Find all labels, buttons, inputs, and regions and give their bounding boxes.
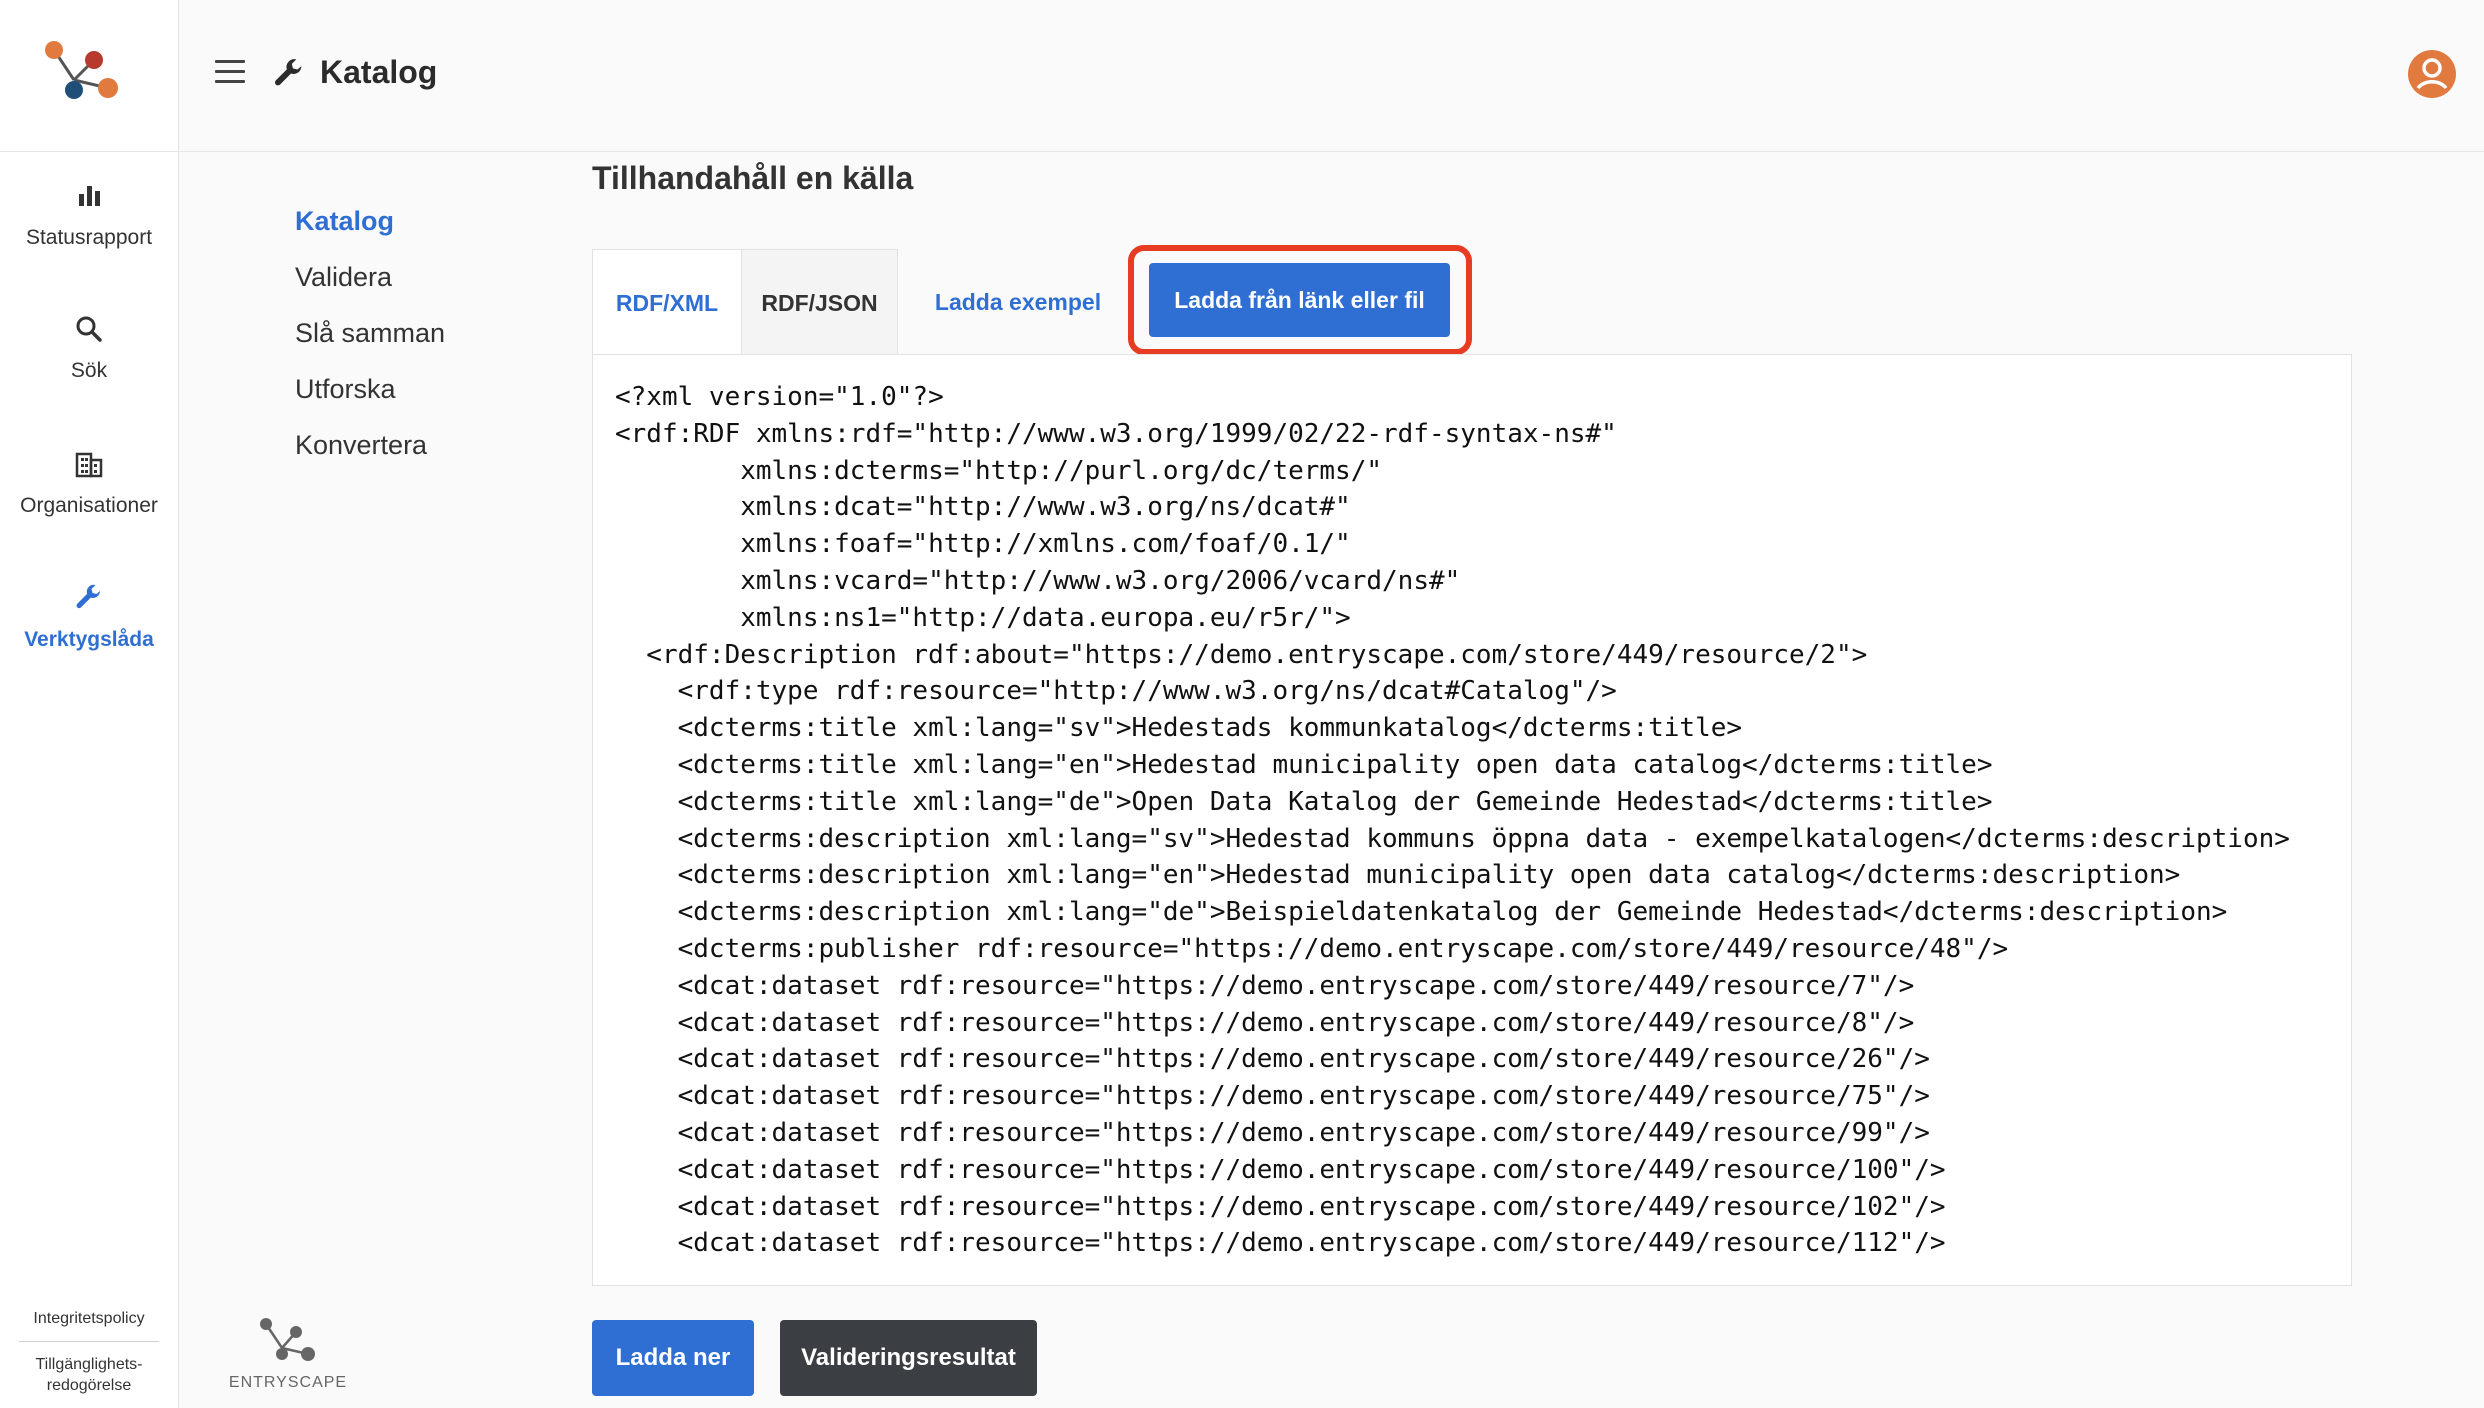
rdf-source-editor[interactable]: <?xml version="1.0"?> <rdf:RDF xmlns:rdf… <box>592 354 2352 1286</box>
rdf-source-text[interactable]: <?xml version="1.0"?> <rdf:RDF xmlns:rdf… <box>593 355 2351 1262</box>
sidebar-item-verktygslada[interactable]: Verktygslåda <box>0 582 178 652</box>
subnav-item-katalog[interactable]: Katalog <box>295 206 445 236</box>
sidebar-item-label: Organisationer <box>20 494 158 517</box>
tab-rdf-xml[interactable]: RDF/XML <box>592 249 742 355</box>
sidebar-item-organisationer[interactable]: Organisationer <box>0 448 178 518</box>
search-icon <box>76 316 102 342</box>
building-icon <box>75 452 103 478</box>
brand-footer: ENTRYSCAPE <box>228 1316 348 1392</box>
download-button[interactable]: Ladda ner <box>592 1320 754 1396</box>
sidebar-item-statusrapport[interactable]: Statusrapport <box>0 180 178 250</box>
toolbox-subnav: Katalog Validera Slå samman Utforska Kon… <box>295 206 445 486</box>
user-avatar-icon[interactable] <box>2406 48 2458 100</box>
sidebar: Statusrapport Sök Organisationer Verktyg… <box>0 0 179 1408</box>
validation-results-button[interactable]: Valideringsresultat <box>780 1320 1037 1396</box>
subnav-item-sla-samman[interactable]: Slå samman <box>295 318 445 348</box>
bar-chart-icon <box>79 186 100 206</box>
tab-load-example[interactable]: Ladda exempel <box>898 249 1138 355</box>
wrench-icon <box>76 584 100 609</box>
hamburger-menu-icon[interactable] <box>215 60 245 84</box>
sidebar-item-label: Sök <box>70 359 108 382</box>
tab-rdf-json[interactable]: RDF/JSON <box>742 249 898 355</box>
top-header: Katalog <box>179 0 2484 152</box>
subnav-item-validera[interactable]: Validera <box>295 262 445 292</box>
entryscape-logo-icon <box>260 1318 315 1361</box>
sidebar-footer: Integritetspolicy Tillgänglighets- redog… <box>0 1308 178 1396</box>
subnav-item-konvertera[interactable]: Konvertera <box>295 430 445 460</box>
sidebar-item-sok[interactable]: Sök <box>0 313 178 383</box>
accessibility-link-line-1[interactable]: Tillgänglighets- <box>0 1354 178 1375</box>
brand-name: ENTRYSCAPE <box>228 1374 348 1391</box>
app-logo[interactable] <box>38 38 128 108</box>
section-title: Tillhandahåll en källa <box>592 160 914 196</box>
load-from-link-or-file-button[interactable]: Ladda från länk eller fil <box>1149 263 1450 337</box>
accessibility-link-line-2[interactable]: redogörelse <box>0 1375 178 1396</box>
wrench-icon <box>274 59 302 86</box>
logo-divider <box>0 151 178 152</box>
page-title: Katalog <box>320 54 438 90</box>
privacy-policy-link[interactable]: Integritetspolicy <box>0 1308 178 1329</box>
footer-divider <box>19 1341 159 1342</box>
sidebar-item-label: Verktygslåda <box>24 628 154 651</box>
sidebar-item-label: Statusrapport <box>25 226 153 249</box>
subnav-item-utforska[interactable]: Utforska <box>295 374 445 404</box>
